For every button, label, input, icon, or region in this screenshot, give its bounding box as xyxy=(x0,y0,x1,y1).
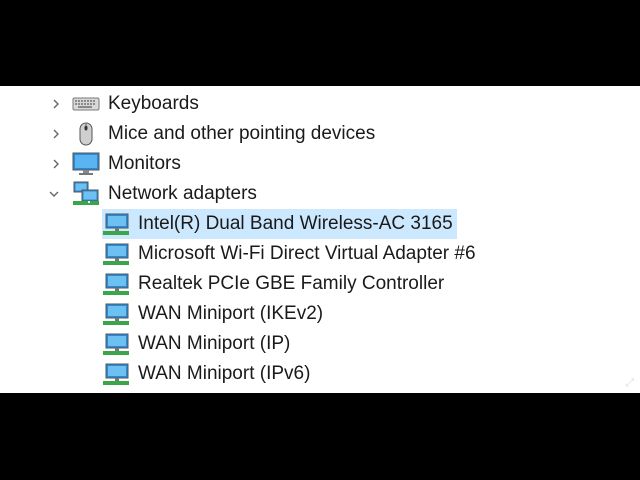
keyboard-icon xyxy=(72,91,100,117)
expand-chevron-right-icon[interactable] xyxy=(50,98,62,110)
tree-item-adapter-wan-ipv6[interactable]: WAN Miniport (IPv6) xyxy=(102,359,310,389)
tree-item-mice[interactable]: Mice and other pointing devices xyxy=(72,119,375,149)
network-adapter-icon xyxy=(102,301,130,327)
tree-item-label: Network adapters xyxy=(108,183,257,204)
tree-item-monitors[interactable]: Monitors xyxy=(72,149,181,179)
network-adapter-icon xyxy=(72,181,100,207)
tree-item-label: Monitors xyxy=(108,153,181,174)
tree-item-label: Realtek PCIe GBE Family Controller xyxy=(138,273,445,294)
tree-item-adapter-intel[interactable]: Intel(R) Dual Band Wireless-AC 3165 xyxy=(102,209,457,239)
collapse-chevron-down-icon[interactable] xyxy=(48,188,60,200)
expand-chevron-right-icon[interactable] xyxy=(50,158,62,170)
tree-item-label: WAN Miniport (IPv6) xyxy=(138,363,311,384)
network-adapter-icon xyxy=(102,271,130,297)
tree-item-adapter-wan-ip[interactable]: WAN Miniport (IP) xyxy=(102,329,290,359)
tree-item-network-adapters[interactable]: Network adapters xyxy=(72,179,257,209)
network-adapter-icon xyxy=(102,241,130,267)
device-manager-tree: Keyboards Mice and other pointing device… xyxy=(0,86,640,393)
tree-item-label: Mice and other pointing devices xyxy=(108,123,376,144)
tree-item-adapter-realtek[interactable]: Realtek PCIe GBE Family Controller xyxy=(102,269,444,299)
tree-item-adapter-wifi-direct[interactable]: Microsoft Wi-Fi Direct Virtual Adapter #… xyxy=(102,239,476,269)
tree-item-label: WAN Miniport (IKEv2) xyxy=(138,303,324,324)
expand-chevron-right-icon[interactable] xyxy=(50,128,62,140)
network-adapter-icon xyxy=(102,361,130,387)
tree-item-label: Intel(R) Dual Band Wireless-AC 3165 xyxy=(138,213,453,234)
tree-item-adapter-wan-ikev2[interactable]: WAN Miniport (IKEv2) xyxy=(102,299,323,329)
monitor-icon xyxy=(72,151,100,177)
network-adapter-icon xyxy=(102,331,130,357)
tree-item-label: Keyboards xyxy=(108,93,199,114)
resize-handle-icon[interactable]: ⤢ xyxy=(625,377,634,390)
tree-item-label: WAN Miniport (IP) xyxy=(138,333,291,354)
network-adapter-icon xyxy=(102,211,130,237)
mouse-icon xyxy=(72,121,100,147)
tree-item-keyboards[interactable]: Keyboards xyxy=(72,89,199,119)
tree-item-label: Microsoft Wi-Fi Direct Virtual Adapter #… xyxy=(138,243,476,264)
